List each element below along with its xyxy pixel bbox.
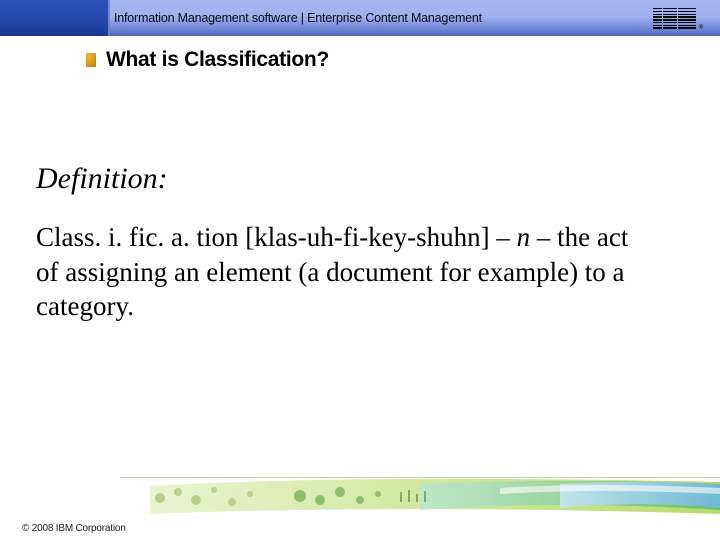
ibm-logo-icon: [653, 8, 696, 29]
definition-text: Class. i. fic. a. tion [klas-uh-fi-key-s…: [36, 220, 656, 324]
copyright: © 2008 IBM Corporation: [22, 523, 126, 534]
definition-word: Class. i. fic. a. tion: [36, 222, 238, 252]
footer-art-icon: [0, 470, 720, 518]
banner: Information Management software | Enterp…: [0, 0, 720, 36]
definition-label: Definition:: [36, 162, 674, 196]
banner-accent-block: [0, 0, 110, 36]
definition-sep: –: [537, 222, 557, 252]
definition-phonetic: [klas-uh-fi-key-shuhn]: [245, 222, 489, 252]
banner-text: Information Management software | Enterp…: [110, 11, 482, 25]
registered-mark-icon: ®: [699, 25, 703, 31]
definition-pos: n: [517, 222, 531, 252]
title-row: What is Classification?: [86, 48, 720, 72]
footer-band: [0, 470, 720, 518]
title-accent-icon: [86, 53, 96, 67]
definition-sep: –: [496, 222, 516, 252]
slide-title: What is Classification?: [106, 48, 329, 72]
slide-body: Definition: Class. i. fic. a. tion [klas…: [36, 162, 674, 324]
slide: Information Management software | Enterp…: [0, 0, 720, 540]
